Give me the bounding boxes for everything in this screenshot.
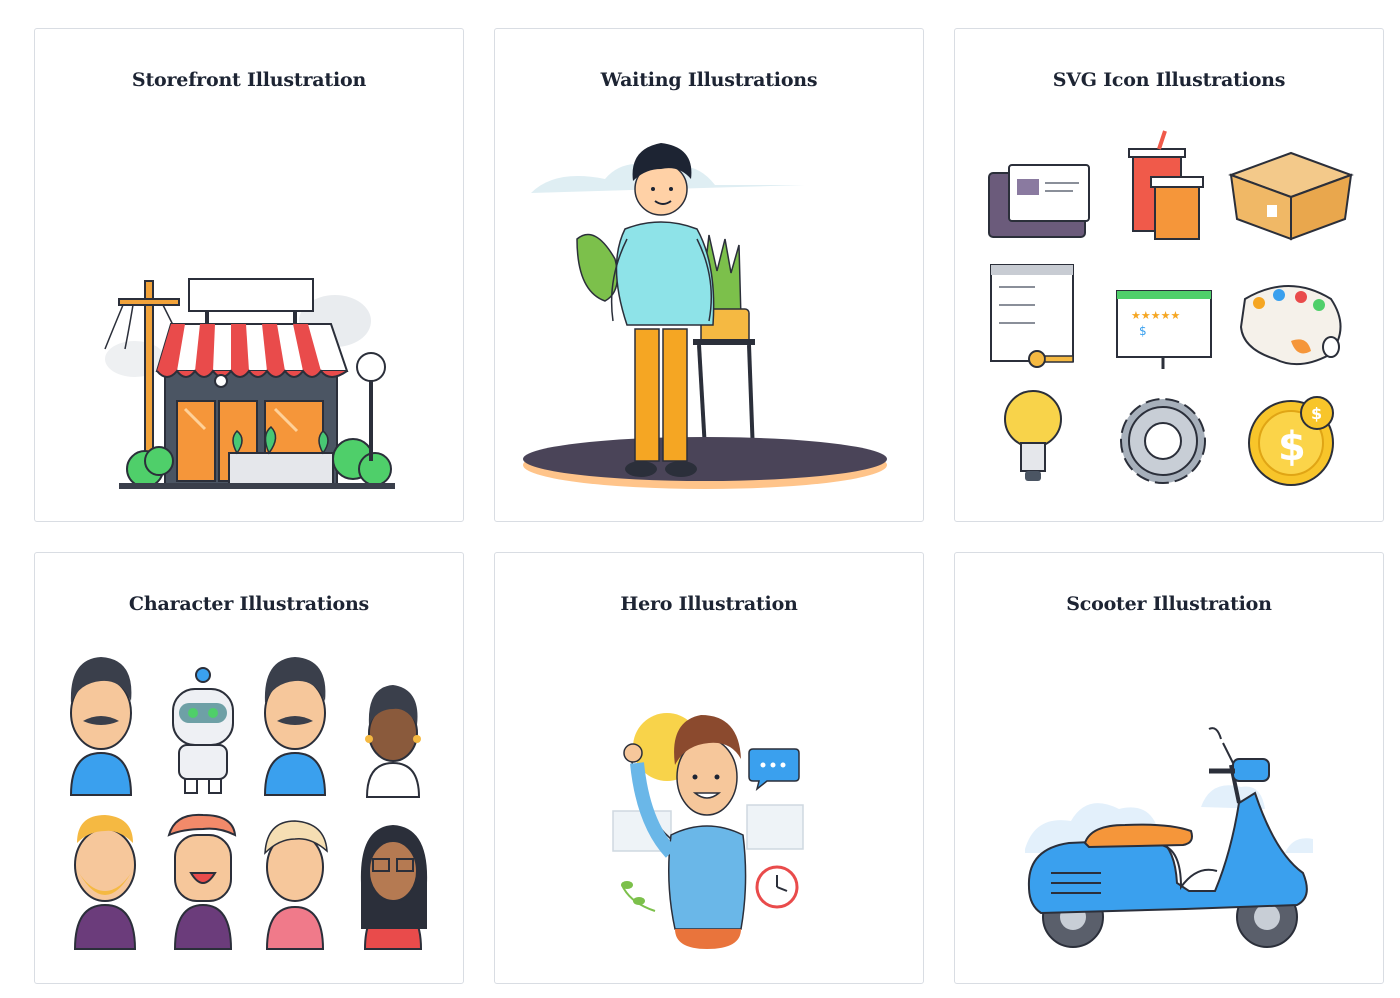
dollar-coin-icon: $ $	[1248, 396, 1334, 486]
avatar-bearded-man	[73, 815, 137, 950]
card-scooter-illustration[interactable]: Scooter Illustration	[954, 552, 1384, 984]
gear-icon	[1120, 398, 1206, 484]
avatar-young-man	[167, 813, 237, 950]
avatar-blonde-woman	[264, 820, 328, 950]
svg-text:$: $	[1311, 404, 1322, 423]
review-board-icon: ★★★★★ $	[1116, 290, 1212, 369]
card-waiting-illustrations[interactable]: Waiting Illustrations	[494, 28, 924, 522]
browser-window-icon	[988, 164, 1090, 238]
svg-text:★★★★★: ★★★★★	[1131, 309, 1180, 322]
avatar-robot	[172, 667, 234, 794]
cardboard-box-icon	[1228, 151, 1354, 241]
waiting-person-illustration	[523, 143, 887, 489]
svg-text:$: $	[1139, 324, 1147, 338]
paint-palette-icon	[1239, 285, 1342, 366]
svg-icon-set-illustration: ★★★★★ $ $ $	[988, 130, 1354, 486]
card-character-illustrations[interactable]: Character Illustrations	[34, 552, 464, 984]
card-storefront-illustration[interactable]: Storefront Illustration	[34, 28, 464, 522]
avatar-woman-glasses	[360, 825, 428, 950]
storefront-illustration	[104, 278, 395, 489]
svg-text:$: $	[1278, 424, 1306, 470]
avatar-mustache-man	[69, 657, 133, 796]
light-bulb-icon	[1004, 390, 1062, 481]
card-hero-illustration[interactable]: Hero Illustration	[494, 552, 924, 984]
card-svg-icon-illustrations[interactable]: SVG Icon Illustrations ★★★★★ $ $ $	[954, 28, 1384, 522]
character-avatars-illustration	[69, 657, 428, 950]
scooter-illustration	[1025, 727, 1313, 948]
hero-waving-person-illustration	[612, 713, 804, 949]
drink-cups-icon	[1128, 130, 1204, 240]
document-key-icon	[990, 264, 1074, 368]
avatar-woman-curly	[365, 685, 421, 798]
avatar-mustache-man-2	[263, 657, 327, 796]
